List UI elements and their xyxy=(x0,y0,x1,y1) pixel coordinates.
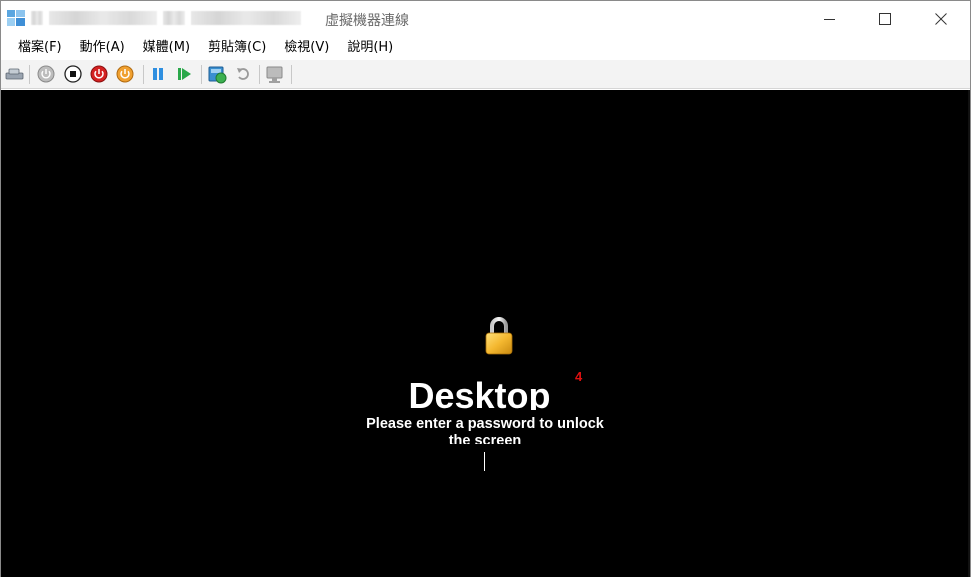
close-button[interactable] xyxy=(918,1,964,36)
menu-clipboard[interactable]: 剪貼簿(C) xyxy=(199,37,275,59)
menu-view[interactable]: 檢視(V) xyxy=(275,37,338,59)
lock-icon xyxy=(485,317,513,355)
menu-bar: 檔案(F) 動作(A) 媒體(M) 剪貼簿(C) 檢視(V) 說明(H) xyxy=(1,36,970,60)
start-icon xyxy=(37,65,55,83)
checkpoint-button[interactable] xyxy=(207,64,227,84)
toolbar-separator xyxy=(143,65,144,84)
title-bar[interactable]: 虛擬機器連線 xyxy=(1,1,970,36)
save-state-button[interactable] xyxy=(115,64,135,84)
start-button[interactable] xyxy=(36,64,56,84)
unlock-message: Please enter a password to unlock the sc… xyxy=(366,416,604,444)
close-icon xyxy=(935,12,947,25)
shut-down-button[interactable] xyxy=(89,64,109,84)
pause-button[interactable] xyxy=(148,64,168,84)
enhanced-session-icon xyxy=(266,66,283,83)
pause-icon xyxy=(153,68,163,80)
ctrl-alt-del-icon xyxy=(5,68,24,80)
app-icon xyxy=(7,10,25,26)
menu-help[interactable]: 說明(H) xyxy=(338,37,402,59)
redacted-title-prefix xyxy=(31,11,301,25)
toolbar-separator xyxy=(259,65,260,84)
shut-down-icon xyxy=(90,65,108,83)
power-icon xyxy=(116,65,134,83)
vm-screen[interactable]: 4 Desktop Please enter a password to unl… xyxy=(1,90,970,577)
window-title: 虛擬機器連線 xyxy=(325,13,409,29)
lock-screen-title: Desktop xyxy=(1,374,970,410)
toolbar xyxy=(1,60,970,89)
turn-off-button[interactable] xyxy=(63,64,83,84)
menu-file[interactable]: 檔案(F) xyxy=(9,37,71,59)
resume-icon xyxy=(178,68,191,80)
lock-screen-title-text: Desktop xyxy=(408,375,551,410)
toolbar-separator xyxy=(29,65,30,84)
ctrl-alt-del-button[interactable] xyxy=(5,64,25,84)
enhanced-session-button[interactable] xyxy=(265,64,285,84)
menu-action[interactable]: 動作(A) xyxy=(71,37,134,59)
resume-button[interactable] xyxy=(174,64,194,84)
maximize-icon xyxy=(879,12,891,25)
screen-edge xyxy=(968,90,970,577)
checkpoint-icon xyxy=(208,66,227,84)
minimize-button[interactable] xyxy=(807,1,853,36)
vm-connection-window: 虛擬機器連線 檔案(F) 動作(A) 媒體(M) 剪貼簿(C) 檢視(V) 說明… xyxy=(0,0,971,577)
revert-button[interactable] xyxy=(233,64,253,84)
password-input-caret[interactable] xyxy=(484,452,485,471)
revert-icon xyxy=(237,68,249,80)
menu-media[interactable]: 媒體(M) xyxy=(134,37,199,59)
turn-off-icon xyxy=(64,65,82,83)
minimize-icon xyxy=(824,18,835,20)
toolbar-separator xyxy=(291,65,292,84)
toolbar-separator xyxy=(201,65,202,84)
maximize-button[interactable] xyxy=(862,1,908,36)
